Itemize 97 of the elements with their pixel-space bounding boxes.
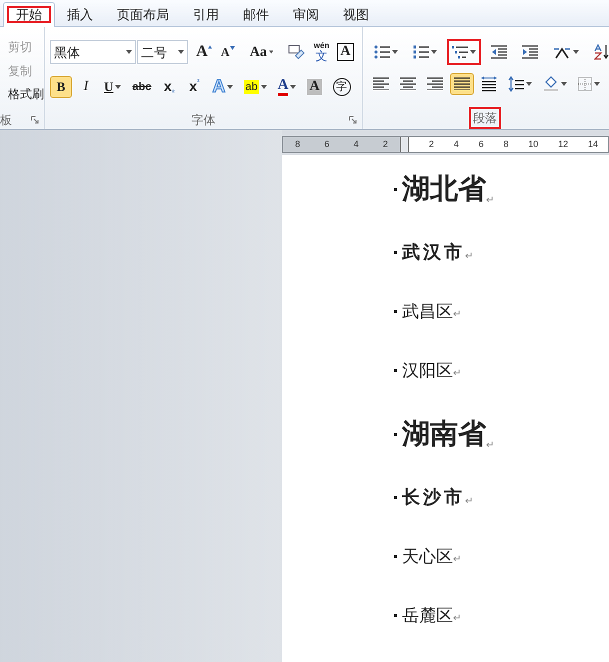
ruler-number: 6 bbox=[478, 138, 484, 151]
group-label: 段落 bbox=[469, 107, 501, 129]
multilevel-list-icon bbox=[452, 45, 468, 60]
font-name-field[interactable]: 黑体 bbox=[50, 40, 136, 64]
increase-indent-icon bbox=[522, 45, 538, 60]
caret-icon bbox=[526, 82, 532, 86]
paragraph-bullet bbox=[394, 251, 397, 254]
ruler-number: 4 bbox=[354, 138, 359, 151]
paragraph-text: 天心区 bbox=[402, 546, 453, 568]
caret-icon bbox=[470, 50, 476, 54]
sort-icon bbox=[594, 44, 609, 60]
caret-icon bbox=[260, 84, 267, 89]
ruler-number: 8 bbox=[503, 138, 508, 151]
caret-icon bbox=[115, 84, 122, 89]
distributed-icon bbox=[481, 76, 497, 92]
group-label: 板 bbox=[0, 112, 12, 130]
paragraph-tool-button[interactable] bbox=[450, 72, 474, 95]
paragraph-bullet bbox=[394, 555, 397, 558]
ruler-number: 8 bbox=[295, 138, 300, 151]
shrink-font-button[interactable]: A bbox=[216, 41, 239, 64]
decrease-indent-icon bbox=[491, 45, 507, 60]
paragraph-tool-button[interactable] bbox=[447, 39, 481, 66]
change-case-button[interactable]: Aa bbox=[246, 41, 278, 64]
align-icon bbox=[454, 77, 470, 90]
caret-icon bbox=[227, 84, 234, 89]
group-label: 字体 bbox=[192, 112, 216, 129]
paragraph-text: 长沙市 bbox=[402, 486, 465, 510]
ribbon-tab[interactable]: 视图 bbox=[331, 2, 381, 27]
strikethrough-button[interactable]: abc bbox=[128, 76, 156, 98]
caret-icon bbox=[290, 84, 296, 89]
grow-font-button[interactable]: A bbox=[192, 41, 216, 64]
eraser-icon bbox=[288, 44, 306, 60]
font-size-field[interactable]: 二号 bbox=[136, 40, 188, 64]
paragraph-mark: ↵ bbox=[453, 553, 462, 568]
up-triangle-icon bbox=[208, 45, 212, 50]
paragraph-text: 武昌区 bbox=[402, 300, 453, 323]
dialog-launcher-icon[interactable] bbox=[349, 116, 357, 124]
align-icon bbox=[427, 77, 443, 90]
ruler-number: 14 bbox=[588, 138, 598, 151]
caret-icon bbox=[126, 50, 132, 54]
paragraph-bullet bbox=[394, 614, 397, 617]
paragraph-text: 湖北省 bbox=[402, 172, 486, 206]
paragraph-mark: ↵ bbox=[486, 440, 494, 453]
line-spacing-icon bbox=[508, 76, 524, 92]
indent-marker[interactable] bbox=[400, 137, 409, 152]
ruler-number: 10 bbox=[528, 138, 538, 151]
ribbon-tab[interactable]: 审阅 bbox=[281, 2, 331, 27]
paragraph-bullet bbox=[394, 310, 397, 313]
align-icon bbox=[373, 77, 389, 90]
ruler-number: 2 bbox=[382, 138, 388, 151]
caret-icon bbox=[431, 50, 437, 54]
caret-icon bbox=[594, 82, 600, 86]
paragraph-mark: ↵ bbox=[453, 612, 462, 626]
paragraph-bullet bbox=[394, 369, 397, 372]
ribbon-tab[interactable]: 插入 bbox=[55, 2, 105, 27]
caret-icon bbox=[573, 50, 579, 54]
paint-bucket-icon bbox=[543, 76, 559, 92]
dialog-launcher-icon[interactable] bbox=[31, 116, 39, 124]
phonetic-guide-button[interactable]: wén 文 bbox=[310, 41, 333, 64]
borders-icon bbox=[578, 76, 592, 91]
paragraph-mark: ↵ bbox=[453, 308, 462, 322]
numbered-list-icon bbox=[413, 45, 429, 60]
ribbon-tab[interactable]: 邮件 bbox=[231, 2, 281, 27]
underline-button[interactable]: U bbox=[100, 76, 126, 98]
paragraph-bullet bbox=[394, 432, 397, 436]
caret-icon bbox=[561, 82, 567, 86]
paragraph-text: 岳麓区 bbox=[402, 604, 453, 627]
bold-button[interactable]: B bbox=[50, 76, 72, 98]
asian-layout-icon bbox=[553, 45, 571, 60]
align-icon bbox=[400, 77, 416, 90]
font-color-button[interactable]: A bbox=[274, 76, 300, 98]
character-shading-button[interactable]: A bbox=[303, 76, 326, 98]
highlight-button[interactable]: ab bbox=[240, 76, 271, 98]
ruler-number: 12 bbox=[558, 138, 568, 151]
paragraph-mark: ↵ bbox=[465, 250, 474, 264]
caret-icon bbox=[268, 50, 274, 54]
bullet-list-icon bbox=[374, 45, 390, 60]
italic-button[interactable]: I bbox=[75, 76, 97, 98]
ribbon-tab[interactable]: 引用 bbox=[181, 2, 231, 27]
ruler[interactable]: 8 6 4 2 2 4 6 8 10 12 14 bbox=[282, 136, 609, 153]
ribbon-tab[interactable]: 开始 bbox=[3, 2, 55, 27]
down-triangle-icon bbox=[230, 46, 235, 50]
paragraph-bullet bbox=[394, 496, 397, 499]
paragraph-mark: ↵ bbox=[465, 495, 474, 510]
paragraph-mark: ↵ bbox=[453, 367, 462, 382]
paragraph-text: 湖南省 bbox=[402, 417, 486, 452]
paragraph-text: 汉阳区 bbox=[402, 360, 453, 382]
clipboard-item[interactable]: 格式刷 bbox=[0, 82, 44, 106]
ribbon-tab[interactable]: 页面布局 bbox=[105, 2, 181, 27]
ruler-number: 2 bbox=[428, 138, 434, 151]
caret-icon bbox=[178, 50, 184, 54]
ruler-number: 6 bbox=[324, 138, 330, 151]
paragraph-bullet bbox=[394, 188, 397, 190]
caret-icon bbox=[392, 50, 398, 54]
paragraph-mark: ↵ bbox=[486, 194, 494, 208]
paragraph-text: 武汉市 bbox=[402, 240, 465, 265]
ruler-number: 4 bbox=[454, 138, 459, 151]
